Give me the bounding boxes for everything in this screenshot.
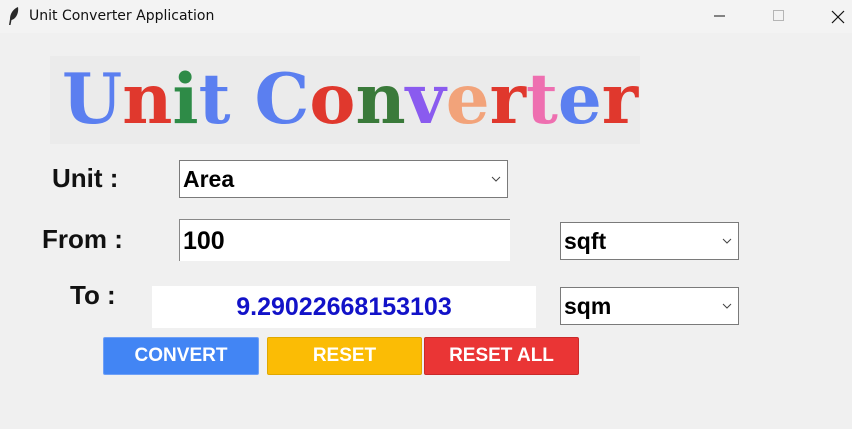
minimize-icon xyxy=(714,15,725,17)
close-button[interactable] xyxy=(815,0,852,33)
logo-letter: n xyxy=(122,59,173,140)
from-value-text: 100 xyxy=(183,227,225,255)
reset-button[interactable]: RESET xyxy=(267,337,422,375)
feather-icon xyxy=(9,7,19,25)
logo-letter: U xyxy=(62,59,123,140)
maximize-button[interactable] xyxy=(757,0,803,33)
maximize-icon xyxy=(773,10,784,21)
result-display: 9.29022668153103 xyxy=(152,286,536,328)
chevron-down-icon xyxy=(722,238,732,244)
close-icon xyxy=(831,10,845,24)
chevron-down-icon xyxy=(491,176,501,182)
logo-banner: Unit Converter xyxy=(50,56,640,144)
logo-letter: e xyxy=(557,59,602,140)
logo-letter: t xyxy=(525,59,558,140)
minimize-button[interactable] xyxy=(698,0,744,33)
logo-letter: n xyxy=(355,59,406,140)
from-value-input[interactable]: 100 xyxy=(179,219,510,261)
logo-letter: C xyxy=(254,59,310,140)
window-title: Unit Converter Application xyxy=(29,8,215,24)
title-bar: Unit Converter Application xyxy=(0,0,852,33)
from-unit-value: sqft xyxy=(564,228,607,254)
logo-letter xyxy=(230,59,254,140)
logo-letter: t xyxy=(198,59,231,140)
from-label: From : xyxy=(42,224,123,254)
unit-type-value: Area xyxy=(183,166,235,192)
unit-type-dropdown[interactable]: Area xyxy=(179,160,508,198)
logo-letter: o xyxy=(309,59,356,140)
logo-letter: i xyxy=(172,59,199,140)
logo-letter: r xyxy=(489,59,526,140)
from-unit-dropdown[interactable]: sqft xyxy=(560,222,739,260)
convert-button[interactable]: CONVERT xyxy=(103,337,259,375)
unit-label: Unit : xyxy=(52,163,119,193)
logo-letter: v xyxy=(405,59,446,140)
reset-all-button[interactable]: RESET ALL xyxy=(424,337,579,375)
to-label: To : xyxy=(70,280,116,310)
to-unit-dropdown[interactable]: sqm xyxy=(560,287,739,325)
logo-letter: r xyxy=(601,59,639,140)
result-value: 9.29022668153103 xyxy=(236,293,452,321)
logo-title: Unit Converter xyxy=(62,56,638,144)
to-unit-value: sqm xyxy=(564,293,612,319)
logo-letter: e xyxy=(445,59,490,140)
chevron-down-icon xyxy=(722,303,732,309)
